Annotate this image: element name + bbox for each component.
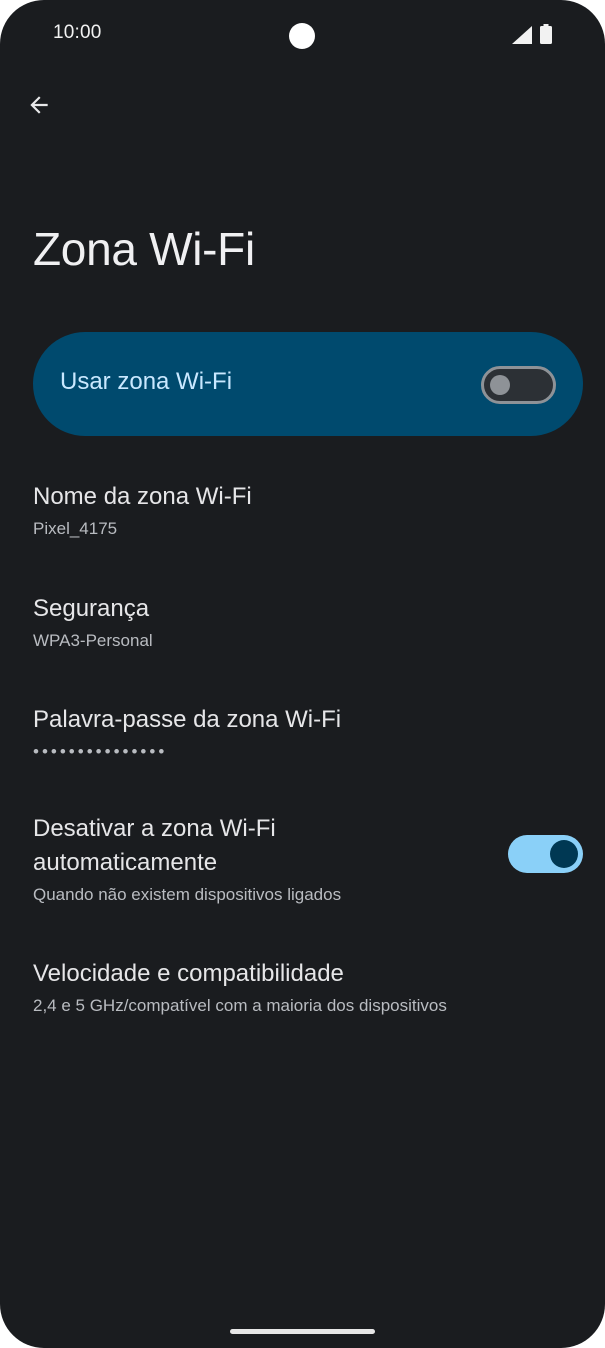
setting-title: Velocidade e compatibilidade bbox=[33, 960, 344, 987]
setting-description: Quando não existem dispositivos ligados bbox=[33, 885, 342, 904]
password-dots: ••••••••••••••• bbox=[33, 742, 168, 761]
back-button[interactable] bbox=[18, 84, 60, 126]
page-title: Zona Wi-Fi bbox=[33, 223, 255, 275]
arrow-left-icon bbox=[30, 96, 48, 114]
status-time: 10:00 bbox=[53, 22, 102, 43]
camera-cutout bbox=[289, 23, 315, 49]
setting-auto-turn-off[interactable]: Desativar a zona Wi-Fi automaticamente Q… bbox=[33, 812, 583, 907]
setting-hotspot-password[interactable]: Palavra-passe da zona Wi-Fi ••••••••••••… bbox=[33, 703, 583, 764]
setting-value: WPA3-Personal bbox=[33, 631, 153, 650]
setting-hotspot-name[interactable]: Nome da zona Wi-Fi Pixel_4175 bbox=[33, 480, 583, 541]
setting-value: 2,4 e 5 GHz/compatível com a maioria dos… bbox=[33, 996, 447, 1015]
use-hotspot-toggle-card[interactable]: Usar zona Wi-Fi bbox=[33, 332, 583, 436]
switch-thumb bbox=[550, 840, 578, 868]
signal-icon bbox=[512, 26, 532, 44]
auto-turn-off-switch[interactable] bbox=[508, 835, 583, 873]
setting-title-line2: automaticamente bbox=[33, 849, 218, 876]
setting-security[interactable]: Segurança WPA3-Personal bbox=[33, 592, 583, 653]
setting-speed-compatibility[interactable]: Velocidade e compatibilidade 2,4 e 5 GHz… bbox=[33, 957, 583, 1018]
setting-value: Pixel_4175 bbox=[33, 519, 118, 538]
phone-screen: 10:00 Zona Wi-Fi Usar zona Wi-Fi Nome da… bbox=[0, 0, 605, 1348]
use-hotspot-label: Usar zona Wi-Fi bbox=[60, 368, 233, 395]
switch-thumb bbox=[490, 375, 510, 395]
battery-icon bbox=[540, 24, 552, 44]
home-indicator[interactable] bbox=[230, 1329, 375, 1334]
setting-title: Nome da zona Wi-Fi bbox=[33, 483, 252, 510]
setting-title: Segurança bbox=[33, 595, 150, 622]
setting-title-line1: Desativar a zona Wi-Fi bbox=[33, 815, 276, 842]
setting-title: Palavra-passe da zona Wi-Fi bbox=[33, 706, 342, 733]
use-hotspot-switch[interactable] bbox=[481, 366, 556, 404]
